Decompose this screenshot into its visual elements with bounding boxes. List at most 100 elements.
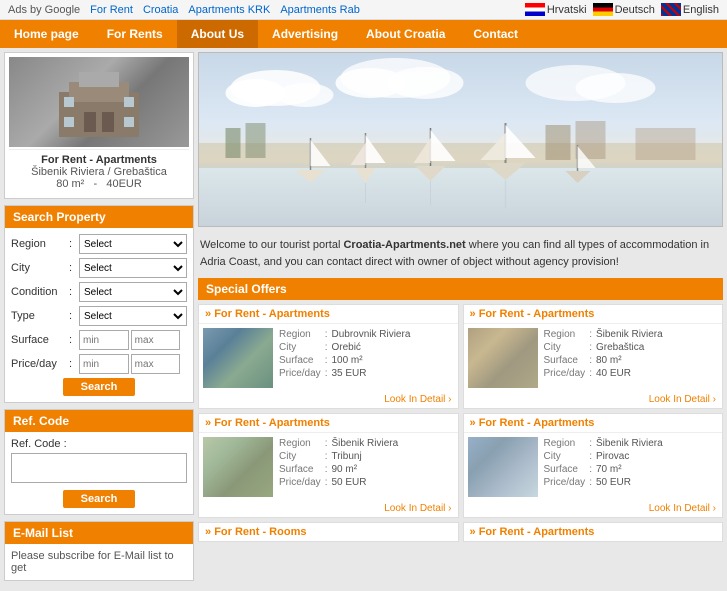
offer-3-surface: Surface : 90 m²: [277, 463, 400, 476]
surface-max-input[interactable]: [131, 330, 181, 350]
nav-about-croatia[interactable]: About Croatia: [352, 20, 459, 48]
search-button[interactable]: Search: [63, 378, 136, 396]
offer-2-link[interactable]: Look In Detail: [464, 392, 723, 408]
ads-label: Ads by Google: [8, 4, 80, 16]
hero-image: [198, 52, 723, 227]
more-offer-right: For Rent - Apartments: [463, 522, 724, 542]
surface-min-input[interactable]: [79, 330, 129, 350]
offer-3-link[interactable]: Look In Detail: [199, 501, 458, 517]
region-select[interactable]: Select: [79, 234, 187, 254]
search-surface-row: Surface :: [11, 330, 187, 350]
nav-bar: Home page For Rents About Us Advertising…: [0, 20, 727, 48]
property-title: For Rent - Apartments: [11, 154, 187, 166]
type-select[interactable]: Select: [79, 306, 187, 326]
offer-1-region: Region : Dubrovnik Riviera: [277, 328, 412, 341]
search-property-box: Search Property Region : Select City : S…: [4, 205, 194, 403]
offer-3-body: Region : Šibenik Riviera City : Tribunj: [199, 433, 458, 501]
flag-en-icon: [661, 3, 681, 16]
main-content: For Rent - Apartments Šibenik Riviera / …: [0, 48, 727, 591]
more-offer-left: For Rent - Rooms: [198, 522, 459, 542]
email-list-content: Please subscribe for E-Mail list to get: [5, 544, 193, 580]
site-name: Croatia-Apartments.net: [343, 239, 465, 251]
property-location: Šibenik Riviera / Grebaštica: [11, 166, 187, 178]
surface-label: Surface: [11, 334, 69, 346]
ref-search-btn-row: Search: [11, 490, 187, 508]
offer-4-price: Price/day : 50 EUR: [542, 476, 665, 489]
ads-link-krk[interactable]: Apartments KRK: [188, 4, 270, 16]
type-label: Type: [11, 310, 69, 322]
featured-property[interactable]: For Rent - Apartments Šibenik Riviera / …: [4, 52, 194, 199]
lang-en-label: English: [683, 4, 719, 16]
offer-1-details: Region : Dubrovnik Riviera City : Orebić: [277, 328, 412, 388]
nav-contact[interactable]: Contact: [459, 20, 532, 48]
offer-2-image: [468, 328, 538, 388]
nav-about-us[interactable]: About Us: [177, 20, 258, 48]
property-info: For Rent - Apartments Šibenik Riviera / …: [9, 149, 189, 194]
lang-de-label: Deutsch: [615, 4, 655, 16]
search-city-row: City : Select: [11, 258, 187, 278]
language-selector: Hrvatski Deutsch English: [525, 3, 719, 16]
offer-4-type: For Rent - Apartments: [464, 414, 723, 433]
ref-form: Ref. Code : Search: [5, 432, 193, 514]
email-list-title: E-Mail List: [5, 522, 193, 544]
ads-left: Ads by Google For Rent Croatia Apartment…: [8, 4, 515, 16]
ads-link-rab[interactable]: Apartments Rab: [280, 4, 359, 16]
offer-4-details: Region : Šibenik Riviera City : Pirovac: [542, 437, 665, 497]
offer-2-price: Price/day : 40 EUR: [542, 367, 665, 380]
price-range: [79, 354, 187, 374]
building-illustration: [49, 62, 149, 142]
offer-4-body: Region : Šibenik Riviera City : Pirovac: [464, 433, 723, 501]
nav-home[interactable]: Home page: [0, 20, 93, 48]
search-type-row: Type : Select: [11, 306, 187, 326]
welcome-before: Welcome to our tourist portal: [200, 239, 343, 251]
nav-for-rents[interactable]: For Rents: [93, 20, 177, 48]
lang-hr[interactable]: Hrvatski: [525, 3, 587, 16]
ads-link-for-rent[interactable]: For Rent: [90, 4, 133, 16]
offer-4-link[interactable]: Look In Detail: [464, 501, 723, 517]
offer-card-4: For Rent - Apartments Region : Šibenik R…: [463, 413, 724, 518]
welcome-text: Welcome to our tourist portal Croatia-Ap…: [198, 233, 723, 278]
ads-link-croatia[interactable]: Croatia: [143, 4, 178, 16]
price-label: Price/day: [11, 358, 69, 370]
region-label: Region: [11, 238, 69, 250]
email-list-box: E-Mail List Please subscribe for E-Mail …: [4, 521, 194, 581]
ref-search-button[interactable]: Search: [63, 490, 136, 508]
offer-2-surface: Surface : 80 m²: [542, 354, 665, 367]
lang-de[interactable]: Deutsch: [593, 3, 655, 16]
offer-2-type: For Rent - Apartments: [464, 305, 723, 324]
offer-3-details: Region : Šibenik Riviera City : Tribunj: [277, 437, 400, 497]
offer-1-city: City : Orebić: [277, 341, 412, 354]
lang-en[interactable]: English: [661, 3, 719, 16]
search-region-row: Region : Select: [11, 234, 187, 254]
search-button-row: Search: [11, 378, 187, 396]
offer-card-1: For Rent - Apartments Region : Dubrovnik…: [198, 304, 459, 409]
offer-4-image: [468, 437, 538, 497]
offer-card-2: For Rent - Apartments Region : Šibenik R…: [463, 304, 724, 409]
offer-2-city: City : Grebaštica: [542, 341, 665, 354]
offer-3-price: Price/day : 50 EUR: [277, 476, 400, 489]
offers-grid: For Rent - Apartments Region : Dubrovnik…: [198, 304, 723, 518]
search-property-title: Search Property: [5, 206, 193, 228]
offer-1-type: For Rent - Apartments: [199, 305, 458, 324]
offer-3-image: [203, 437, 273, 497]
city-select[interactable]: Select: [79, 258, 187, 278]
ads-bar: Ads by Google For Rent Croatia Apartment…: [0, 0, 727, 20]
offer-2-region: Region : Šibenik Riviera: [542, 328, 665, 341]
price-min-input[interactable]: [79, 354, 129, 374]
offer-4-city: City : Pirovac: [542, 450, 665, 463]
ref-input[interactable]: [11, 453, 187, 483]
search-form: Region : Select City : Select: [5, 228, 193, 402]
offer-3-city: City : Tribunj: [277, 450, 400, 463]
offer-2-details: Region : Šibenik Riviera City : Grebašti…: [542, 328, 665, 388]
offer-1-link[interactable]: Look In Detail: [199, 392, 458, 408]
offer-1-body: Region : Dubrovnik Riviera City : Orebić: [199, 324, 458, 392]
sidebar: For Rent - Apartments Šibenik Riviera / …: [4, 52, 194, 587]
flag-hr-icon: [525, 3, 545, 16]
nav-advertising[interactable]: Advertising: [258, 20, 352, 48]
condition-select[interactable]: Select: [79, 282, 187, 302]
offer-1-image: [203, 328, 273, 388]
offer-3-type: For Rent - Apartments: [199, 414, 458, 433]
search-condition-row: Condition : Select: [11, 282, 187, 302]
price-max-input[interactable]: [131, 354, 181, 374]
ref-code-box: Ref. Code Ref. Code : Search: [4, 409, 194, 515]
